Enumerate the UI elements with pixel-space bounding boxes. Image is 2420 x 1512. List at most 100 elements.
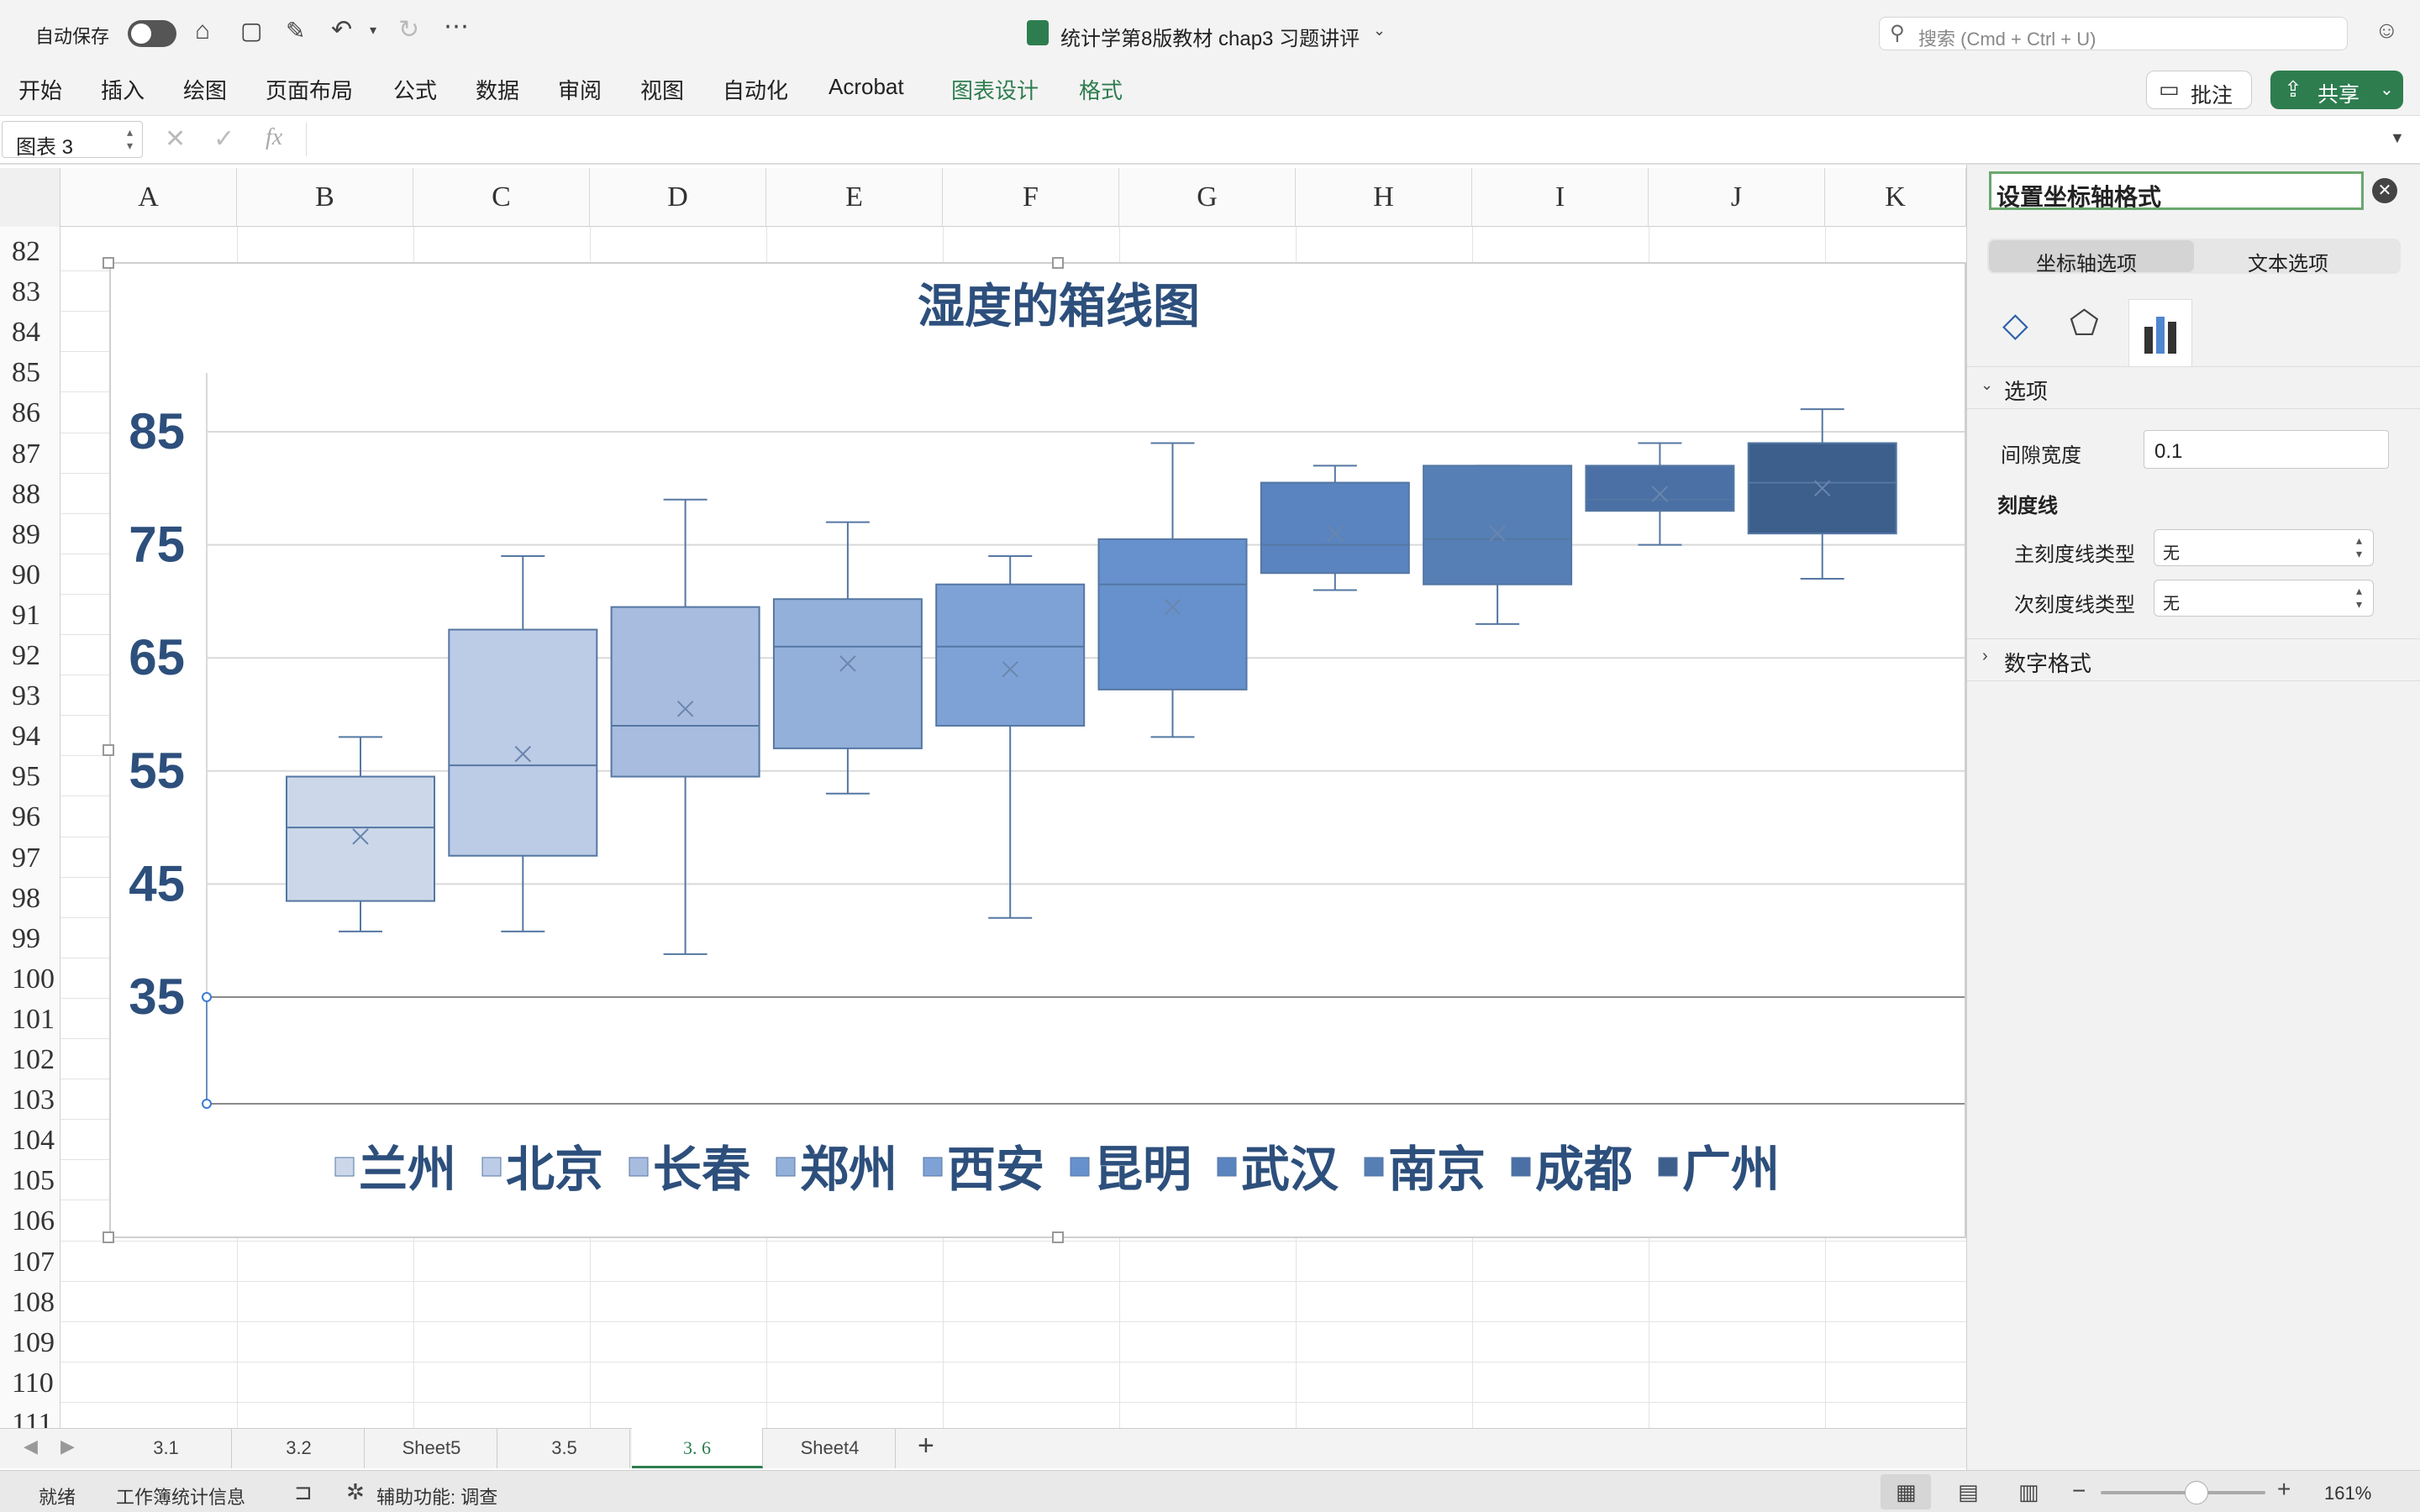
row-header-82[interactable]: 82 [0,232,60,272]
axis-options-icon-tab[interactable] [2128,299,2192,366]
options-collapse-icon[interactable]: ⌄ [1981,376,1993,394]
chart-handle-tm[interactable] [1052,257,1064,269]
row-header-110[interactable]: 110 [0,1363,60,1404]
zoom-slider-thumb[interactable] [2185,1481,2208,1504]
row-header-105[interactable]: 105 [0,1161,60,1201]
section-number-format[interactable]: 数字格式 [2004,647,2091,678]
tab-home[interactable]: 开始 [18,74,62,105]
column-header-e[interactable]: E [766,168,943,227]
tab-page-layout[interactable]: 页面布局 [266,74,353,105]
tab-text-options[interactable]: 文本选项 [2248,247,2328,276]
section-options[interactable]: 选项 [2004,375,2048,406]
tab-data[interactable]: 数据 [476,74,519,105]
row-header-91[interactable]: 91 [0,596,60,636]
row-header-87[interactable]: 87 [0,434,60,475]
normal-view-icon[interactable]: ▦ [1881,1474,1931,1509]
next-sheet-icon[interactable]: ▶ [60,1436,75,1457]
row-header-100[interactable]: 100 [0,959,60,1000]
sheet-tab[interactable]: 3.5 [499,1428,630,1468]
cancel-icon[interactable]: ✕ [165,124,186,154]
chart-handle-bl[interactable] [103,1231,114,1243]
tab-review[interactable]: 审阅 [558,74,602,105]
sheet-tab[interactable]: Sheet5 [366,1428,497,1468]
tab-format[interactable]: 格式 [1079,74,1123,105]
tab-view[interactable]: 视图 [640,74,684,105]
accessibility-icon[interactable]: ✲ [346,1479,365,1505]
row-header-107[interactable]: 107 [0,1242,60,1283]
chart-handle-bm[interactable] [1052,1231,1064,1243]
row-header-90[interactable]: 90 [0,555,60,596]
column-header-c[interactable]: C [413,168,590,227]
home-icon[interactable]: ⌂ [195,17,210,45]
sheet-tab[interactable]: 3.1 [101,1428,232,1468]
row-header-99[interactable]: 99 [0,919,60,959]
row-header-103[interactable]: 103 [0,1080,60,1121]
enter-icon[interactable]: ✓ [213,124,234,154]
chart-plot[interactable]: 湿度的箱线图 85 75 65 55 45 35 兰州 北京 长春 郑州 西安 昆明 武汉 南京 成都 广州 [111,264,1965,1236]
column-header-j[interactable]: J [1649,168,1825,227]
tab-insert[interactable]: 插入 [101,74,145,105]
title-dropdown-icon[interactable]: ⌄ [1373,22,1386,39]
row-header-98[interactable]: 98 [0,879,60,919]
undo-icon[interactable]: ↶ [331,15,352,45]
zoom-slider[interactable] [2101,1481,2265,1504]
row-header-108[interactable]: 108 [0,1283,60,1323]
tab-axis-options[interactable]: 坐标轴选项 [1989,240,2194,276]
chart-handle-tl[interactable] [103,257,114,269]
column-header-h[interactable]: H [1296,168,1472,227]
sheet-tab-active[interactable]: 3. 6 [632,1428,763,1468]
formula-expand-icon[interactable]: ▼ [2390,129,2405,147]
save-as-icon[interactable]: ✎ [286,17,305,45]
row-header-93[interactable]: 93 [0,676,60,717]
sheet-tab[interactable]: Sheet4 [765,1428,896,1468]
column-header-f[interactable]: F [943,168,1119,227]
add-sheet-icon[interactable]: + [918,1430,934,1462]
tab-formulas[interactable]: 公式 [393,74,437,105]
more-icon[interactable]: ⋯ [444,12,469,41]
close-pane-icon[interactable]: ✕ [2372,178,2397,203]
sheet-tab[interactable]: 3.2 [234,1428,365,1468]
column-header-d[interactable]: D [590,168,766,227]
autosave-toggle[interactable] [128,20,176,47]
search-box[interactable]: ⚲ 搜索 (Cmd + Ctrl + U) [1879,17,2348,50]
name-box[interactable]: 图表 3 ▴ ▾ [2,121,143,159]
major-tick-select[interactable]: 无 ▴ ▾ [2154,529,2374,566]
save-icon[interactable]: ▢ [240,17,262,45]
tab-automate[interactable]: 自动化 [723,74,788,105]
row-header-109[interactable]: 109 [0,1323,60,1363]
tab-draw[interactable]: 绘图 [183,74,227,105]
tab-chart-design[interactable]: 图表设计 [951,74,1039,105]
effects-icon[interactable]: ⬠ [2070,304,2099,343]
gap-width-input[interactable]: 0.1 [2144,430,2389,469]
row-header-83[interactable]: 83 [0,272,60,312]
prev-sheet-icon[interactable]: ◀ [24,1436,38,1457]
zoom-out-icon[interactable]: − [2072,1478,2086,1504]
select-all-corner[interactable] [0,168,60,227]
column-header-g[interactable]: G [1119,168,1296,227]
row-header-95[interactable]: 95 [0,757,60,797]
account-icon[interactable]: ☺ [2375,17,2399,44]
page-layout-view-icon[interactable]: ▤ [1958,1479,1979,1505]
row-header-97[interactable]: 97 [0,838,60,879]
zoom-in-icon[interactable]: + [2277,1476,2291,1503]
number-format-expand-icon[interactable]: › [1982,647,1988,666]
fx-icon[interactable]: fx [266,124,282,151]
row-header-96[interactable]: 96 [0,797,60,837]
row-header-89[interactable]: 89 [0,515,60,555]
column-header-k[interactable]: K [1825,168,1966,227]
row-header-88[interactable]: 88 [0,475,60,515]
row-header-85[interactable]: 85 [0,353,60,393]
minor-tick-select[interactable]: 无 ▴ ▾ [2154,580,2374,617]
undo-dropdown-icon[interactable]: ▾ [370,22,376,39]
row-header-94[interactable]: 94 [0,717,60,757]
row-header-106[interactable]: 106 [0,1201,60,1242]
chart-handle-ml[interactable] [103,744,114,756]
row-header-92[interactable]: 92 [0,636,60,676]
chart-area[interactable]: 湿度的箱线图 85 75 65 55 45 35 兰州 北京 长春 郑州 西安 昆明 武汉 南京 成都 广州 [109,262,1966,1238]
row-header-102[interactable]: 102 [0,1040,60,1080]
zoom-level[interactable]: 161% [2324,1483,2371,1504]
column-header-i[interactable]: I [1472,168,1649,227]
share-button[interactable]: ⇪ 共享 ⌄ [2270,71,2403,109]
row-header-86[interactable]: 86 [0,393,60,433]
row-header-104[interactable]: 104 [0,1121,60,1161]
